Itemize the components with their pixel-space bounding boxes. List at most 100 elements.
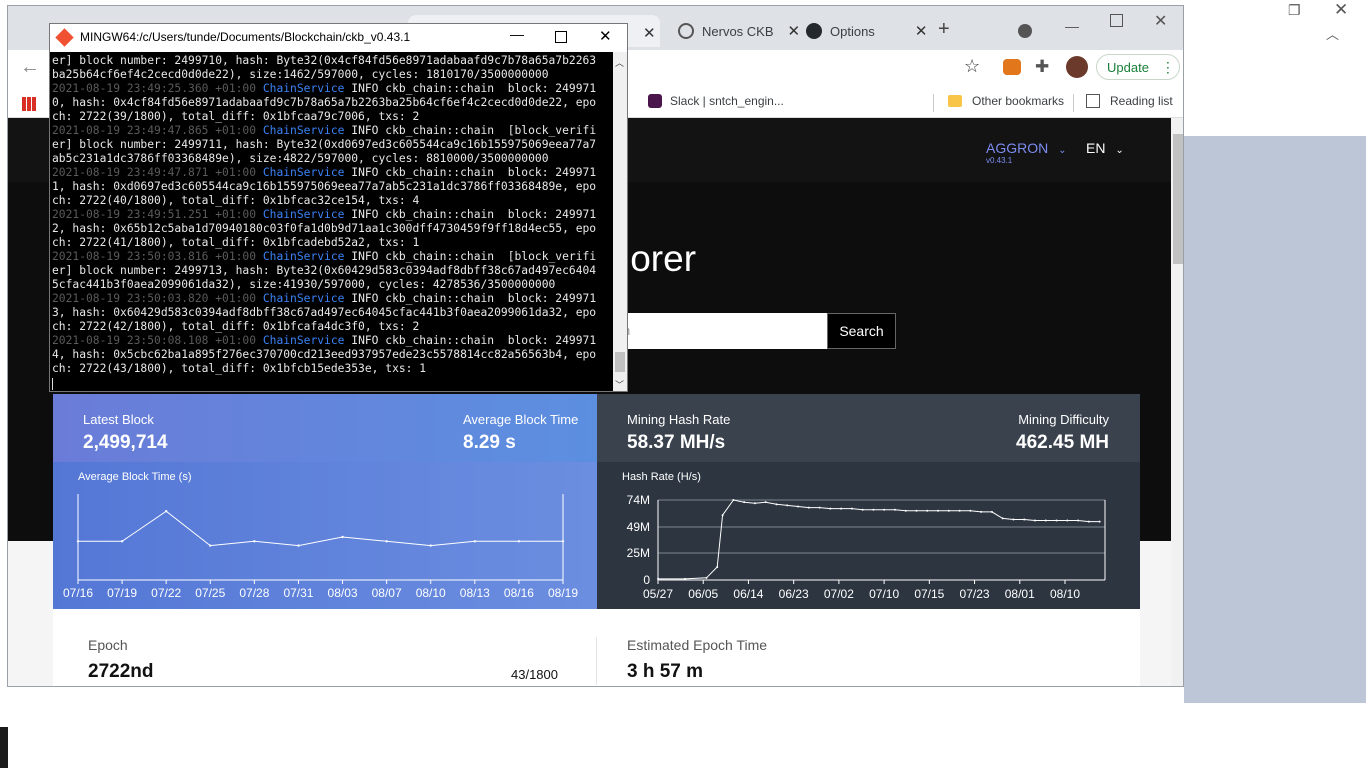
hash-rate-chart: Hash Rate (H/s) 0 25M 49M 74M 05/27 06/05 06/1… bbox=[597, 462, 1140, 609]
terminal-line: 2021-08-19 23:49:51.251 +01:00 ChainServ… bbox=[52, 208, 613, 222]
network-selector[interactable]: AGGRON ⌄ bbox=[986, 140, 1067, 156]
chevron-up-icon[interactable]: ︿ bbox=[1326, 24, 1339, 43]
close-icon[interactable]: ✕ bbox=[599, 27, 612, 45]
maximize-icon[interactable] bbox=[555, 31, 567, 43]
avg-block-time-value: 8.29 s bbox=[463, 432, 516, 453]
log-text: INFO ckb_chain::chain block: 249971 bbox=[344, 208, 597, 221]
update-button[interactable]: Update ⋮ bbox=[1096, 54, 1180, 80]
terminal-line: ab5c231a1dc3786ff03368489e), size:4822/5… bbox=[52, 152, 613, 166]
data-point bbox=[990, 510, 993, 513]
x-tick-label: 08/19 bbox=[548, 586, 578, 600]
tab-close-icon[interactable]: ✕ bbox=[643, 24, 656, 42]
block-stats-panel: Latest Block 2,499,714 Average Block Tim… bbox=[53, 394, 597, 609]
bookmark-slack[interactable]: Slack | sntch_engin... bbox=[648, 94, 784, 108]
log-timestamp: 2021-08-19 23:50:03.816 +01:00 bbox=[52, 250, 263, 263]
data-point bbox=[893, 508, 896, 511]
x-tick-label: 06/05 bbox=[688, 587, 718, 601]
data-point bbox=[297, 544, 300, 547]
mining-stats-panel: Mining Hash Rate 58.37 MH/s Mining Diffi… bbox=[597, 394, 1140, 609]
log-timestamp: 2021-08-19 23:49:25.360 +01:00 bbox=[52, 82, 263, 95]
avg-block-time-svg: 07/16 07/19 07/22 07/25 07/28 07/31 08/03 08/07… bbox=[63, 494, 578, 600]
terminal-line: ch: 2722(40/1800), total_diff: 0x1bfcac3… bbox=[52, 194, 613, 208]
bookmark-reading-list[interactable]: Reading list bbox=[1086, 94, 1173, 108]
star-icon[interactable]: ☆ bbox=[964, 56, 980, 77]
latest-block-value: 2,499,714 bbox=[83, 432, 168, 453]
search-button[interactable]: Search bbox=[827, 313, 896, 349]
terminal-line: 2021-08-19 23:49:25.360 +01:00 ChainServ… bbox=[52, 82, 613, 96]
avg-block-time-label: Average Block Time bbox=[463, 412, 579, 427]
data-point bbox=[753, 502, 756, 505]
tab-search-icon[interactable] bbox=[1018, 24, 1032, 38]
scroll-thumb[interactable] bbox=[615, 352, 625, 372]
tab-options[interactable]: Options ✕ bbox=[806, 15, 927, 47]
search-input[interactable]: h bbox=[623, 313, 827, 349]
minimize-icon[interactable]: — bbox=[510, 26, 524, 42]
data-point bbox=[872, 508, 875, 511]
epoch-value: 2722nd bbox=[88, 661, 154, 682]
apps-icon[interactable] bbox=[22, 97, 36, 111]
restore-icon[interactable]: ❐ bbox=[1288, 2, 1301, 19]
log-timestamp: 2021-08-19 23:49:51.251 +01:00 bbox=[52, 208, 263, 221]
x-tick-label: 08/01 bbox=[1005, 587, 1035, 601]
avg-block-time-chart: Average Block Time (s) 07/16 07/19 07/22 07… bbox=[53, 462, 597, 609]
tab-close-icon[interactable]: ✕ bbox=[788, 22, 801, 40]
tab-label: Nervos CKB bbox=[702, 23, 774, 39]
x-tick-label: 07/28 bbox=[239, 586, 269, 600]
tab-close-icon[interactable]: ✕ bbox=[915, 22, 928, 40]
back-arrow-icon[interactable]: ← bbox=[20, 56, 40, 79]
terminal-line: er] block number: 2499713, hash: Byte32(… bbox=[52, 264, 613, 278]
data-point bbox=[76, 540, 80, 543]
new-tab-button[interactable]: + bbox=[938, 18, 950, 41]
maximize-icon[interactable] bbox=[1110, 14, 1123, 27]
scroll-up-icon[interactable]: ︿ bbox=[615, 56, 624, 69]
terminal-scrollbar[interactable]: ︿ ﹀ bbox=[613, 52, 627, 391]
data-point bbox=[818, 506, 821, 509]
bookmark-label: Reading list bbox=[1110, 94, 1173, 108]
log-text: er] block number: 2499711, hash: Byte32(… bbox=[52, 138, 597, 151]
close-icon[interactable]: ✕ bbox=[1154, 11, 1167, 31]
log-text: er] block number: 2499710, hash: Byte32(… bbox=[52, 54, 597, 67]
close-icon[interactable]: ✕ bbox=[1334, 0, 1348, 20]
taskbar-edge bbox=[0, 727, 8, 768]
page-scroll-thumb[interactable] bbox=[1173, 134, 1183, 264]
terminal-output[interactable]: er] block number: 2499710, hash: Byte32(… bbox=[50, 52, 613, 391]
data-point bbox=[1098, 520, 1101, 523]
tab-nervos[interactable]: Nervos CKB ✕ bbox=[678, 15, 800, 47]
tab-label: Options bbox=[830, 23, 875, 39]
data-point bbox=[904, 509, 907, 512]
terminal-line: ba25b64cf6ef4c2cecd0d0de22), size:1462/5… bbox=[52, 68, 613, 82]
data-point bbox=[883, 508, 886, 511]
data-point bbox=[969, 509, 972, 512]
terminal-line: 2021-08-19 23:49:47.865 +01:00 ChainServ… bbox=[52, 124, 613, 138]
log-text: 0, hash: 0x4cf84fd56e8971adabaafd9c7b78a… bbox=[52, 96, 597, 109]
data-point bbox=[517, 540, 521, 543]
data-point bbox=[209, 544, 212, 547]
update-label: Update bbox=[1107, 59, 1149, 75]
language-label: EN bbox=[1086, 140, 1106, 156]
x-tick-label: 07/22 bbox=[151, 586, 181, 600]
terminal-line: 2021-08-19 23:50:08.108 +01:00 ChainServ… bbox=[52, 334, 613, 348]
log-text: 3, hash: 0x60429d583c0394adf8dbff38c67ad… bbox=[52, 306, 597, 319]
terminal-line: 4, hash: 0x5cbc62ba1a895f276ec370700cd21… bbox=[52, 348, 613, 362]
terminal-title: MINGW64:/c/Users/tunde/Documents/Blockch… bbox=[80, 30, 411, 44]
hero-title: lorer bbox=[622, 238, 697, 279]
avatar[interactable] bbox=[1066, 56, 1088, 78]
terminal-line: 5cfac441b3f0aea2099061da32), size:41930/… bbox=[52, 278, 613, 292]
puzzle-icon[interactable]: ✚ bbox=[1035, 57, 1049, 77]
y-tick-label: 74M bbox=[627, 493, 650, 507]
bookmark-other[interactable]: Other bookmarks bbox=[948, 94, 1064, 108]
minimize-icon[interactable]: — bbox=[1065, 18, 1079, 34]
scroll-down-icon[interactable]: ﹀ bbox=[615, 378, 624, 391]
metamask-icon[interactable] bbox=[1003, 59, 1021, 75]
y-tick-label: 25M bbox=[627, 546, 650, 560]
data-point bbox=[937, 509, 940, 512]
language-selector[interactable]: EN ⌄ bbox=[1086, 140, 1124, 156]
data-point bbox=[926, 509, 929, 512]
data-point bbox=[850, 507, 853, 510]
data-point bbox=[958, 509, 961, 512]
estimated-epoch-label: Estimated Epoch Time bbox=[627, 637, 768, 653]
github-icon bbox=[806, 23, 822, 39]
log-text: INFO ckb_chain::chain block: 249971 bbox=[344, 292, 597, 305]
terminal-line: er] block number: 2499711, hash: Byte32(… bbox=[52, 138, 613, 152]
data-point bbox=[1087, 520, 1090, 523]
